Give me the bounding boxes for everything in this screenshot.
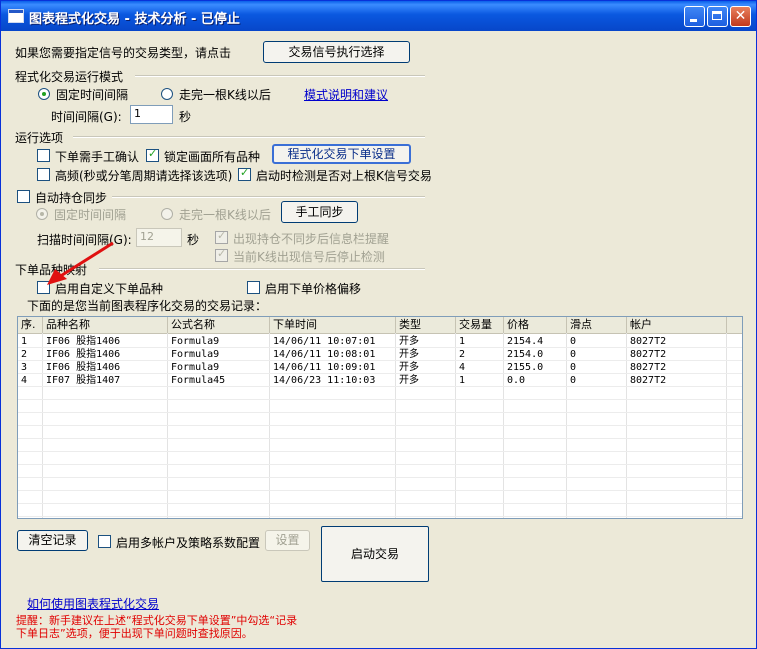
check-last-signal-checkbox[interactable] xyxy=(238,166,251,181)
manual-confirm-label: 下单需手工确认 xyxy=(55,150,140,164)
header-col-price[interactable]: 价格 xyxy=(504,317,567,333)
close-icon: ✕ xyxy=(734,8,747,24)
grid-row-line xyxy=(18,360,742,361)
red-arrow-icon xyxy=(47,241,114,285)
fixed-interval-label: 固定时间间隔 xyxy=(56,88,129,102)
grid-row-line xyxy=(18,373,742,374)
app-window-icon xyxy=(8,9,24,23)
sync-fixed-interval-label: 固定时间间隔 xyxy=(54,208,127,222)
header-col-account[interactable]: 帐户 xyxy=(627,317,727,333)
trade-records-table[interactable]: 序. 品种名称 公式名称 下单时间 类型 交易量 价格 滑点 帐户 1 IF06 股指1406 Fo… xyxy=(17,316,743,519)
clear-records-button[interactable]: 清空记录 xyxy=(17,530,88,551)
window-title: 图表程式化交易 - 技术分析 - 已停止 xyxy=(29,12,240,27)
manual-confirm-checkbox[interactable] xyxy=(37,149,50,162)
sync-kline-label: 走完一根K线以后 xyxy=(179,208,271,222)
manual-sync-button[interactable]: 手工同步 xyxy=(281,201,358,223)
header-col-formula[interactable]: 公式名称 xyxy=(168,317,270,333)
tip-line-1: 提醒：新手建议在上述“程式化交易下单设置”中勾选“记录 xyxy=(16,614,298,627)
product-mapping-divider xyxy=(99,268,425,270)
tip-line-2: 下单日志”选项，便于出现下单问题时查找原因。 xyxy=(16,627,253,640)
tip-text: 提醒：新手建议在上述“程式化交易下单设置”中勾选“记录 下单日志”选项，便于出现… xyxy=(16,614,297,640)
interval-input[interactable]: 1 xyxy=(130,105,173,124)
run-options-heading: 运行选项 xyxy=(15,131,64,145)
header-col-type[interactable]: 类型 xyxy=(396,317,456,333)
header-col-seq[interactable]: 序. xyxy=(18,317,43,333)
grid-row-line xyxy=(18,451,742,452)
auto-sync-checkbox[interactable] xyxy=(17,190,30,203)
multi-account-label: 启用多帐户及策略系数配置 xyxy=(116,536,261,550)
sync-fixed-interval-radio[interactable] xyxy=(36,208,48,220)
grid-row-line xyxy=(18,425,742,426)
scan-interval-unit: 秒 xyxy=(187,233,200,247)
high-frequency-checkbox[interactable] xyxy=(37,168,50,181)
order-settings-button[interactable]: 程式化交易下单设置 xyxy=(272,144,411,164)
grid-row-line xyxy=(18,490,742,491)
run-mode-heading: 程式化交易运行模式 xyxy=(15,70,124,84)
grid-row-line xyxy=(18,412,742,413)
interval-unit: 秒 xyxy=(179,110,192,124)
grid-row-line xyxy=(18,464,742,465)
lock-all-checkbox[interactable] xyxy=(146,147,159,162)
signal-prompt: 如果您需要指定信号的交易类型，请点击 xyxy=(15,46,232,60)
how-to-use-link[interactable]: 如何使用图表程式化交易 xyxy=(27,595,159,612)
grid-row-line xyxy=(18,477,742,478)
header-col-product[interactable]: 品种名称 xyxy=(43,317,168,333)
settings-button[interactable]: 设置 xyxy=(265,530,310,551)
multi-account-checkbox[interactable] xyxy=(98,535,111,548)
signal-select-button[interactable]: 交易信号执行选择 xyxy=(263,41,410,63)
start-trading-button[interactable]: 启动交易 xyxy=(321,526,429,582)
run-options-divider xyxy=(73,136,425,138)
lock-all-label: 锁定画面所有品种 xyxy=(164,150,261,164)
scan-interval-input[interactable]: 12 xyxy=(136,228,182,247)
kline-complete-label: 走完一根K线以后 xyxy=(179,88,271,102)
mismatch-alert-label: 出现持仓不同步后信息栏提醒 xyxy=(233,232,390,246)
grid-row-line xyxy=(18,503,742,504)
grid-row-line xyxy=(18,438,742,439)
grid-row-line xyxy=(18,516,742,517)
maximize-button[interactable] xyxy=(707,6,728,27)
kline-complete-radio[interactable] xyxy=(161,88,173,100)
auto-sync-divider xyxy=(112,196,425,198)
fixed-interval-radio[interactable] xyxy=(38,88,50,100)
table-header: 序. 品种名称 公式名称 下单时间 类型 交易量 价格 滑点 帐户 xyxy=(18,317,742,334)
main-window: 图表程式化交易 - 技术分析 - 已停止 ✕ 如果您需要指定信号的交易类型，请点… xyxy=(0,0,757,649)
interval-label: 时间间隔(G): xyxy=(51,110,122,124)
high-frequency-label: 高频(秒或分笔周期请选择该选项) xyxy=(55,169,233,183)
minimize-button[interactable] xyxy=(684,6,705,27)
sync-kline-radio[interactable] xyxy=(161,208,173,220)
grid-row-line xyxy=(18,347,742,348)
price-offset-label: 启用下单价格偏移 xyxy=(265,282,362,296)
run-mode-divider xyxy=(135,75,425,77)
header-col-volume[interactable]: 交易量 xyxy=(456,317,504,333)
close-button[interactable]: ✕ xyxy=(730,6,751,27)
header-col-time[interactable]: 下单时间 xyxy=(270,317,396,333)
header-col-slippage[interactable]: 滑点 xyxy=(567,317,627,333)
stop-detect-checkbox[interactable] xyxy=(215,247,228,262)
stop-detect-label: 当前K线出现信号后停止检测 xyxy=(233,250,385,264)
title-bar[interactable]: 图表程式化交易 - 技术分析 - 已停止 ✕ xyxy=(1,1,756,31)
grid-row-line xyxy=(18,386,742,387)
price-offset-checkbox[interactable] xyxy=(247,281,260,294)
auto-sync-label: 自动持仓同步 xyxy=(35,191,108,205)
mode-help-link[interactable]: 模式说明和建议 xyxy=(304,86,388,103)
grid-row-line xyxy=(18,399,742,400)
check-last-signal-label: 启动时检测是否对上根K信号交易 xyxy=(256,169,432,183)
mismatch-alert-checkbox[interactable] xyxy=(215,229,228,244)
records-caption: 下面的是您当前图表程序化交易的交易记录： xyxy=(27,299,268,313)
